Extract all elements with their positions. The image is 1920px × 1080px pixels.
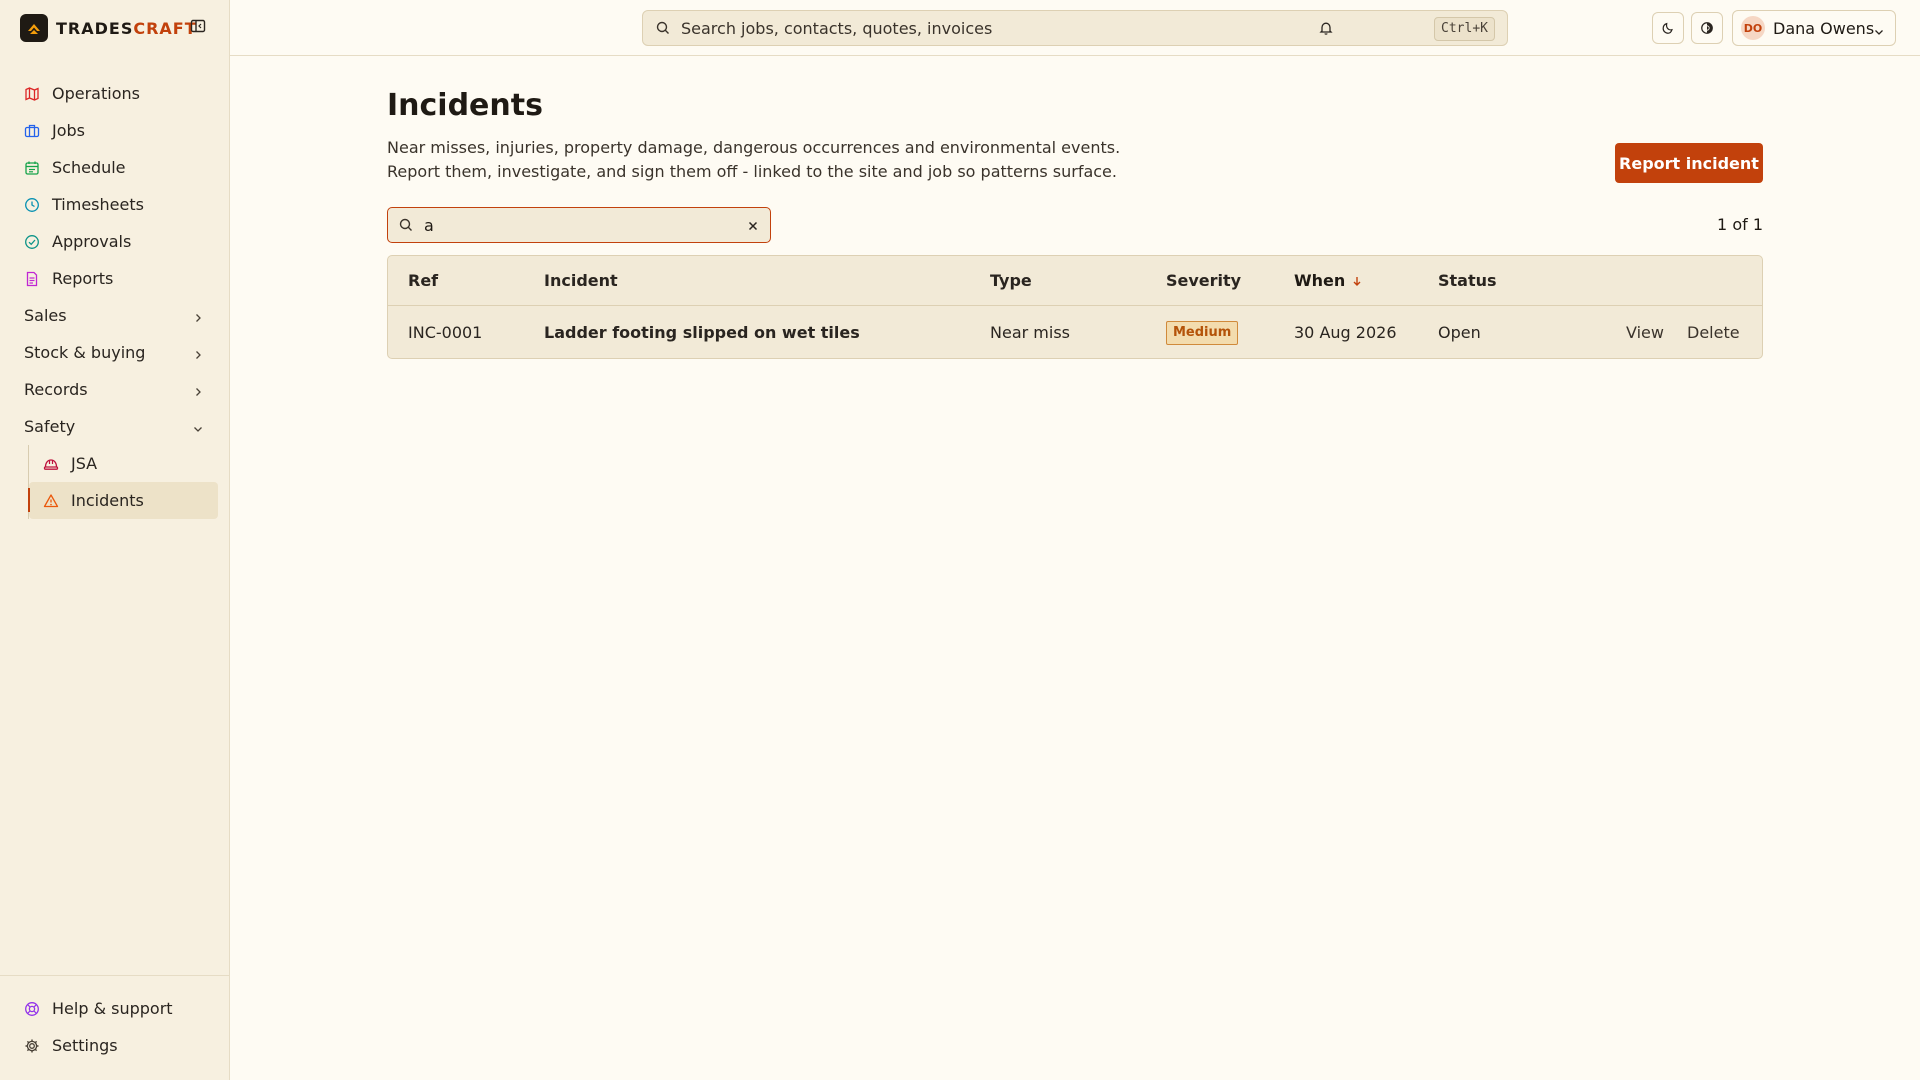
sidebar-item-jsa[interactable]: JSA — [29, 445, 218, 482]
sidebar-item-help-support[interactable]: Help & support — [14, 990, 218, 1027]
delete-link[interactable]: Delete — [1687, 306, 1740, 358]
result-count: 1 of 1 — [1717, 215, 1763, 234]
column-header-severity[interactable]: Severity — [1166, 256, 1241, 305]
view-link[interactable]: View — [1626, 306, 1664, 358]
page-description-line: Near misses, injuries, property damage, … — [387, 138, 1121, 157]
document-icon — [24, 271, 40, 287]
report-incident-button[interactable]: Report incident — [1615, 143, 1763, 183]
moon-icon[interactable] — [1652, 12, 1684, 44]
lifebuoy-icon — [24, 1001, 40, 1017]
sidebar-item-label: Settings — [52, 1036, 118, 1055]
incident-date: 30 Aug 2026 — [1294, 323, 1397, 342]
sidebar-item-incidents[interactable]: Incidents — [28, 482, 218, 519]
status-text: Open — [1438, 323, 1481, 342]
brand[interactable]: TRADESCRAFT — [20, 14, 197, 42]
column-header-status[interactable]: Status — [1438, 256, 1497, 305]
search-icon — [398, 217, 414, 233]
column-header-ref[interactable]: Ref — [408, 256, 438, 305]
sidebar-group-label: Records — [24, 380, 88, 399]
user-name: Dana Owens — [1773, 18, 1875, 38]
incidents-table: Ref Incident Type Severity When Status I… — [387, 255, 1763, 359]
column-header-when[interactable]: When — [1294, 256, 1363, 305]
chevron-right-icon — [192, 309, 204, 322]
logo-icon — [20, 14, 48, 42]
severity-badge: Medium — [1166, 320, 1239, 345]
page-description-line: Report them, investigate, and sign them … — [387, 162, 1117, 181]
clock-icon — [24, 197, 40, 213]
table-header: Ref Incident Type Severity When Status — [388, 256, 1762, 306]
sidebar-group-records[interactable]: Records — [14, 371, 218, 408]
sidebar-toggle-icon[interactable] — [190, 18, 208, 36]
safety-subnav: JSA Incidents — [28, 445, 218, 519]
sidebar-item-reports[interactable]: Reports — [14, 260, 218, 297]
sidebar-item-approvals[interactable]: Approvals — [14, 223, 218, 260]
clear-search-icon[interactable] — [746, 218, 760, 232]
sidebar-item-label: Help & support — [52, 999, 173, 1018]
bell-icon[interactable] — [1310, 12, 1342, 44]
sidebar-divider — [0, 975, 230, 976]
user-menu-button[interactable]: DO Dana Owens — [1732, 10, 1896, 46]
sidebar-item-label: Jobs — [52, 121, 85, 140]
sidebar-bottom-nav: Help & support Settings — [14, 990, 218, 1064]
hard-hat-icon — [43, 456, 59, 472]
briefcase-icon — [24, 123, 40, 139]
brand-name-part2: CRAFT — [133, 18, 197, 38]
global-search-input[interactable]: Search jobs, contacts, quotes, invoices … — [642, 10, 1508, 46]
brand-name-part1: TRADES — [56, 18, 134, 38]
keyboard-shortcut-badge: Ctrl+K — [1434, 17, 1495, 41]
severity-cell: Medium — [1166, 306, 1239, 358]
sidebar-item-label: JSA — [71, 454, 98, 473]
page-title: Incidents — [387, 88, 543, 123]
sidebar-item-label: Reports — [52, 269, 114, 288]
page-description: Near misses, injuries, property damage, … — [387, 136, 1147, 184]
search-value: a — [424, 215, 434, 235]
sort-descending-icon — [1351, 275, 1363, 287]
sidebar-group-stock-buying[interactable]: Stock & buying — [14, 334, 218, 371]
sidebar-item-label: Timesheets — [52, 195, 144, 214]
chevron-down-icon — [1873, 23, 1885, 42]
sidebar-group-sales[interactable]: Sales — [14, 297, 218, 334]
sidebar-group-label: Stock & buying — [24, 343, 146, 362]
calendar-icon — [24, 160, 40, 176]
incident-title[interactable]: Ladder footing slipped on wet tiles — [544, 306, 860, 358]
map-icon — [24, 86, 40, 102]
sidebar-item-operations[interactable]: Operations — [14, 75, 218, 112]
sidebar-item-label: Approvals — [52, 232, 132, 251]
sidebar: TRADESCRAFT Operations Jobs Schedule Tim… — [0, 0, 230, 1080]
sidebar-item-label: Schedule — [52, 158, 126, 177]
chevron-right-icon — [192, 346, 204, 359]
column-header-type[interactable]: Type — [990, 256, 1032, 305]
gear-icon — [24, 1038, 40, 1054]
search-placeholder: Search jobs, contacts, quotes, invoices — [681, 18, 993, 38]
topbar: Search jobs, contacts, quotes, invoices … — [230, 0, 1920, 56]
incident-ref: INC-0001 — [408, 323, 483, 342]
search-icon — [655, 20, 671, 36]
table-row[interactable]: INC-0001 Ladder footing slipped on wet t… — [388, 306, 1762, 358]
contrast-icon[interactable] — [1691, 12, 1723, 44]
avatar: DO — [1741, 16, 1765, 40]
sidebar-item-timesheets[interactable]: Timesheets — [14, 186, 218, 223]
chevron-right-icon — [192, 383, 204, 396]
check-circle-icon — [24, 234, 40, 250]
sidebar-nav: Operations Jobs Schedule Timesheets Appr… — [14, 75, 218, 519]
column-header-when-label: When — [1294, 271, 1346, 290]
sidebar-item-label: Operations — [52, 84, 140, 103]
chevron-down-icon — [192, 420, 204, 432]
sidebar-group-label: Sales — [24, 306, 67, 325]
sidebar-item-schedule[interactable]: Schedule — [14, 149, 218, 186]
column-header-incident[interactable]: Incident — [544, 256, 618, 305]
brand-name: TRADESCRAFT — [56, 19, 197, 38]
sidebar-item-settings[interactable]: Settings — [14, 1027, 218, 1064]
incident-search-input[interactable]: a — [387, 207, 771, 243]
incident-type: Near miss — [990, 323, 1070, 342]
sidebar-group-safety[interactable]: Safety — [14, 408, 218, 445]
sidebar-item-label: Incidents — [71, 491, 144, 510]
sidebar-group-label: Safety — [24, 417, 76, 436]
sidebar-item-jobs[interactable]: Jobs — [14, 112, 218, 149]
warning-triangle-icon — [43, 493, 59, 509]
